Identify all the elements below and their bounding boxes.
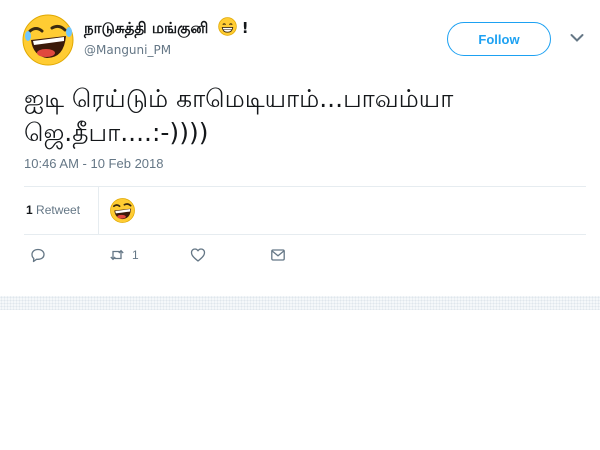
- direct-message-button[interactable]: [270, 247, 286, 263]
- author-display-name[interactable]: நாடுசுத்தி மங்குனி !: [84, 17, 249, 39]
- follow-button[interactable]: Follow: [447, 22, 551, 56]
- tweet-stats: 1 Retweet: [24, 187, 586, 234]
- author-handle[interactable]: @Manguni_PM: [84, 43, 171, 57]
- retweet-button[interactable]: 1: [109, 247, 139, 263]
- author-name-suffix: !: [241, 19, 249, 37]
- retweet-stat-count: 1: [26, 203, 33, 217]
- tweet-actions: 1: [24, 247, 586, 267]
- reply-icon: [31, 248, 45, 263]
- like-button[interactable]: [190, 247, 206, 263]
- envelope-icon: [271, 249, 285, 261]
- card-bottom-border: [0, 296, 600, 310]
- divider: [24, 234, 586, 235]
- tweet-text-line-2: ஜெ.தீபா....:-)))): [24, 118, 209, 147]
- retweeter-avatar[interactable]: [110, 198, 135, 223]
- retweet-icon: [110, 249, 124, 261]
- retweet-stat[interactable]: 1 Retweet: [26, 203, 80, 217]
- tweet-text: ஐடி ரெய்டும் காமெடியாம்...பாவம்யா ஜெ.தீப…: [24, 82, 584, 150]
- reply-button[interactable]: [30, 247, 46, 263]
- tweet-timestamp[interactable]: 10:46 AM - 10 Feb 2018: [24, 156, 163, 171]
- tweet-text-line-1: ஐடி ரெய்டும் காமெடியாம்...பாவம்யா: [24, 84, 454, 113]
- retweet-stat-label: Retweet: [36, 203, 81, 217]
- chevron-down-icon[interactable]: [570, 33, 584, 43]
- laughing-emoji-icon[interactable]: [22, 14, 74, 66]
- grinning-emoji-icon: [217, 17, 237, 36]
- tweet-card: நாடுசுத்தி மங்குனி ! @Manguni_PM Follow …: [0, 0, 600, 296]
- stats-divider: [98, 187, 99, 234]
- retweet-count: 1: [132, 248, 139, 262]
- heart-icon: [190, 248, 206, 262]
- author-name-text: நாடுசுத்தி மங்குனி: [84, 19, 209, 37]
